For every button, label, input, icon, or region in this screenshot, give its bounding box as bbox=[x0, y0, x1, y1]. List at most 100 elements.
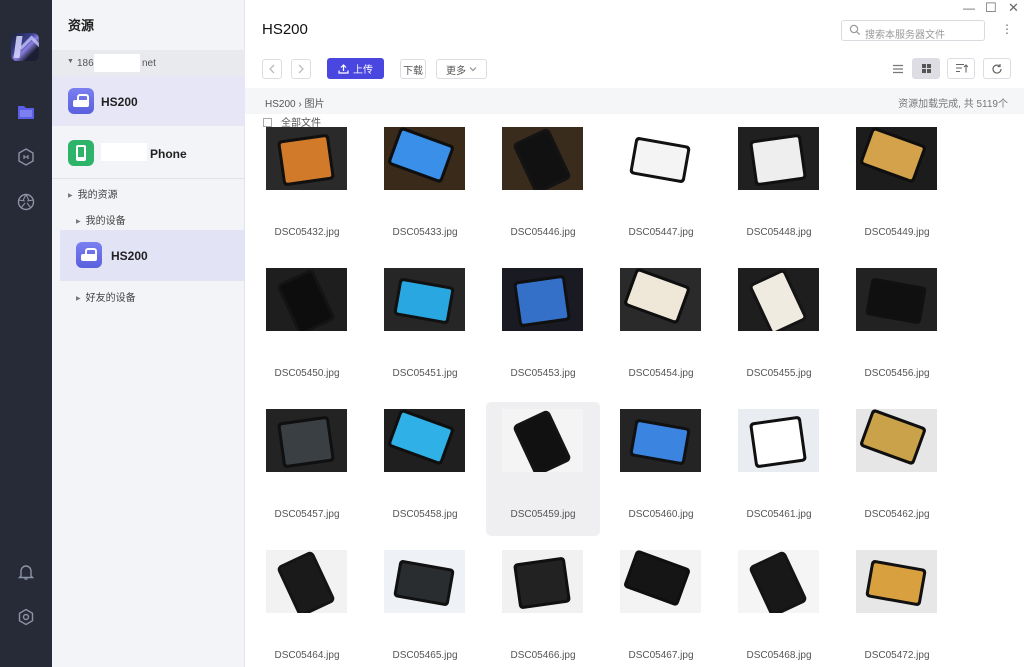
file-thumbnail bbox=[738, 268, 819, 331]
more-label: 更多 bbox=[446, 65, 466, 77]
file-thumbnail bbox=[856, 409, 937, 472]
close-button[interactable]: ✕ bbox=[1008, 0, 1019, 16]
file-tile[interactable]: DSC05465.jpg bbox=[368, 543, 482, 667]
refresh-button[interactable] bbox=[983, 58, 1011, 79]
file-name: DSC05456.jpg bbox=[864, 368, 930, 379]
more-button[interactable]: 更多 bbox=[436, 59, 487, 79]
file-tile[interactable]: DSC05453.jpg bbox=[486, 261, 600, 395]
file-tile[interactable]: DSC05467.jpg bbox=[604, 543, 718, 667]
back-button[interactable] bbox=[262, 59, 282, 79]
file-thumbnail bbox=[266, 268, 347, 331]
resource-panel: 资源 ▼ 186 net HS200 Phone ▶ 我的资源 ▶ 我的设备 HS2… bbox=[52, 0, 245, 667]
file-name: DSC05453.jpg bbox=[510, 368, 576, 379]
maximize-button[interactable]: ☐ bbox=[985, 0, 997, 16]
file-name: DSC05432.jpg bbox=[274, 227, 340, 238]
file-name: DSC05446.jpg bbox=[510, 227, 576, 238]
more-vertical-icon[interactable]: ⋮ bbox=[1001, 22, 1013, 36]
file-thumbnail bbox=[502, 409, 583, 472]
file-tile[interactable]: DSC05461.jpg bbox=[722, 402, 836, 536]
file-name: DSC05457.jpg bbox=[274, 509, 340, 520]
redaction-mask bbox=[94, 54, 140, 72]
aperture-icon[interactable] bbox=[16, 192, 36, 212]
file-thumbnail bbox=[384, 127, 465, 190]
file-name: DSC05455.jpg bbox=[746, 368, 812, 379]
file-tile[interactable]: DSC05456.jpg bbox=[840, 261, 954, 395]
sort-button[interactable] bbox=[947, 58, 975, 79]
select-all-checkbox[interactable] bbox=[263, 118, 272, 127]
tree-device-hs200[interactable]: HS200 bbox=[60, 230, 245, 281]
file-name: DSC05447.jpg bbox=[628, 227, 694, 238]
tree-label: 我的设备 bbox=[85, 216, 126, 227]
tree-my-devices[interactable]: ▶ 我的设备 bbox=[76, 212, 126, 227]
file-tile[interactable]: DSC05448.jpg bbox=[722, 127, 836, 254]
file-tile[interactable]: DSC05468.jpg bbox=[722, 543, 836, 667]
search-placeholder: 搜索本服务器文件 bbox=[865, 30, 945, 41]
file-tile[interactable]: DSC05433.jpg bbox=[368, 127, 482, 254]
file-thumbnail bbox=[856, 268, 937, 331]
caret-right-icon: ▶ bbox=[76, 219, 81, 225]
file-tile[interactable]: DSC05460.jpg bbox=[604, 402, 718, 536]
file-name: DSC05459.jpg bbox=[510, 509, 576, 520]
upload-button[interactable]: 上传 bbox=[327, 58, 384, 79]
file-name: DSC05458.jpg bbox=[392, 509, 458, 520]
file-name: DSC05433.jpg bbox=[392, 227, 458, 238]
file-tile[interactable]: DSC05459.jpg bbox=[486, 402, 600, 536]
file-tile[interactable]: DSC05432.jpg bbox=[250, 127, 364, 254]
file-thumbnail bbox=[384, 268, 465, 331]
caret-down-icon: ▼ bbox=[67, 58, 74, 65]
file-name: DSC05450.jpg bbox=[274, 368, 340, 379]
file-tile[interactable]: DSC05449.jpg bbox=[840, 127, 954, 254]
file-name: DSC05454.jpg bbox=[628, 368, 694, 379]
tree-friends-devices[interactable]: ▶ 好友的设备 bbox=[76, 289, 136, 304]
file-thumbnail bbox=[856, 127, 937, 190]
minimize-button[interactable]: — bbox=[963, 1, 975, 15]
file-tile[interactable]: DSC05458.jpg bbox=[368, 402, 482, 536]
account-row[interactable]: ▼ 186 net bbox=[52, 50, 245, 76]
grid-view-button[interactable] bbox=[912, 58, 940, 79]
breadcrumb-root[interactable]: HS200 bbox=[265, 99, 296, 110]
device-item-hs200[interactable]: HS200 bbox=[52, 76, 245, 126]
file-thumbnail bbox=[620, 550, 701, 613]
search-input[interactable]: 搜索本服务器文件 bbox=[841, 20, 985, 41]
file-name: DSC05465.jpg bbox=[392, 650, 458, 661]
file-thumbnail bbox=[384, 550, 465, 613]
breadcrumb-current[interactable]: 图片 bbox=[304, 99, 324, 110]
left-nav-rail bbox=[0, 0, 52, 667]
file-tile[interactable]: DSC05472.jpg bbox=[840, 543, 954, 667]
tree-label: 我的资源 bbox=[77, 190, 118, 201]
file-tile[interactable]: DSC05450.jpg bbox=[250, 261, 364, 395]
download-label: 下载 bbox=[403, 65, 423, 77]
chevron-down-icon bbox=[469, 67, 477, 72]
file-thumbnail bbox=[502, 268, 583, 331]
file-tile[interactable]: DSC05451.jpg bbox=[368, 261, 482, 395]
download-button[interactable]: 下载 bbox=[400, 59, 426, 79]
account-prefix: 186 bbox=[77, 58, 94, 69]
tree-label: 好友的设备 bbox=[85, 293, 136, 304]
main-area: HS200 — ☐ ✕ 搜索本服务器文件 ⋮ 上传 下载 更多 HS200 › … bbox=[245, 0, 1024, 667]
list-view-button[interactable] bbox=[889, 60, 907, 78]
file-tile[interactable]: DSC05464.jpg bbox=[250, 543, 364, 667]
tree-my-resources[interactable]: ▶ 我的资源 bbox=[68, 186, 118, 201]
file-tile[interactable]: DSC05454.jpg bbox=[604, 261, 718, 395]
file-tile[interactable]: DSC05446.jpg bbox=[486, 127, 600, 254]
bell-icon[interactable] bbox=[16, 562, 36, 582]
file-tile[interactable]: DSC05466.jpg bbox=[486, 543, 600, 667]
sort-icon bbox=[955, 63, 968, 73]
chevron-left-icon bbox=[269, 64, 275, 74]
file-thumbnail bbox=[384, 409, 465, 472]
file-tile[interactable]: DSC05462.jpg bbox=[840, 402, 954, 536]
files-icon[interactable] bbox=[16, 102, 36, 122]
divider bbox=[52, 178, 245, 179]
caret-right-icon: ▶ bbox=[76, 296, 81, 302]
account-suffix: net bbox=[142, 58, 156, 69]
refresh-icon bbox=[992, 63, 1002, 74]
file-name: DSC05466.jpg bbox=[510, 650, 576, 661]
file-tile[interactable]: DSC05447.jpg bbox=[604, 127, 718, 254]
hub-icon[interactable] bbox=[16, 147, 36, 167]
forward-button[interactable] bbox=[291, 59, 311, 79]
file-tile[interactable]: DSC05455.jpg bbox=[722, 261, 836, 395]
device-item-phone[interactable]: Phone bbox=[52, 128, 245, 178]
file-name: DSC05460.jpg bbox=[628, 509, 694, 520]
file-tile[interactable]: DSC05457.jpg bbox=[250, 402, 364, 536]
settings-hex-icon[interactable] bbox=[16, 607, 36, 627]
